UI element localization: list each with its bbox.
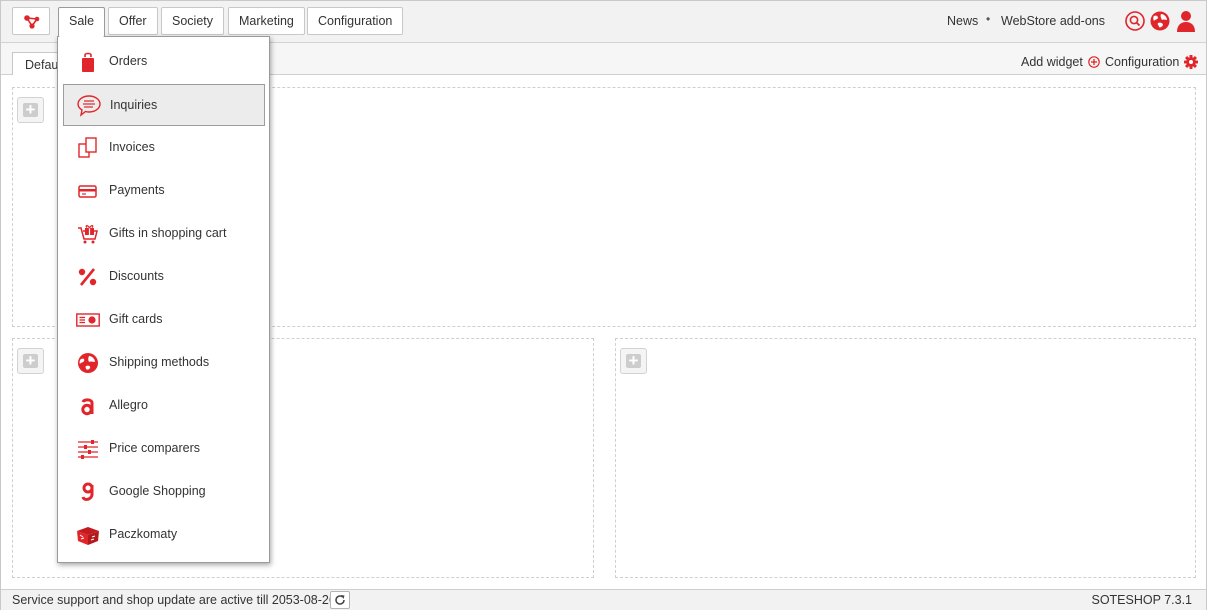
shopping-bag-icon	[82, 52, 94, 72]
add-widget-link[interactable]: Add widget	[1021, 55, 1083, 69]
menu-item-inquiries[interactable]: Inquiries	[63, 84, 265, 126]
menu-item-gifts-in-cart[interactable]: Gifts in shopping cart	[63, 213, 265, 255]
menu-item-invoices[interactable]: Invoices	[63, 127, 265, 169]
tab-marketing[interactable]: Marketing	[228, 7, 305, 35]
menu-item-shipping-methods[interactable]: Shipping methods	[63, 342, 265, 384]
add-widget-button[interactable]	[17, 97, 44, 123]
gear-icon[interactable]	[1184, 55, 1198, 69]
menu-item-allegro[interactable]: Allegro	[63, 385, 265, 427]
add-widget-button[interactable]	[620, 348, 647, 374]
sliders-icon	[78, 440, 98, 459]
user-icon[interactable]	[1175, 10, 1197, 32]
menu-item-orders[interactable]: Orders	[63, 41, 265, 83]
widget-area-bottom-right	[615, 338, 1196, 578]
tab-sale[interactable]: Sale	[58, 7, 106, 37]
percent-icon	[78, 268, 97, 286]
documents-icon	[78, 137, 97, 158]
google-shopping-icon	[81, 482, 94, 501]
sale-dropdown-menu: Orders Inquiries Invoices Payments Gifts…	[57, 36, 270, 563]
add-circle-icon[interactable]	[1088, 56, 1100, 68]
tab-offer[interactable]: Offer	[108, 7, 158, 35]
menu-item-gift-cards[interactable]: Gift cards	[63, 299, 265, 341]
support-status-text: Service support and shop update are acti…	[12, 593, 336, 607]
speech-bubble-icon	[77, 95, 101, 117]
refresh-button[interactable]	[330, 591, 350, 609]
status-bar: Service support and shop update are acti…	[1, 589, 1206, 610]
menu-item-price-comparers[interactable]: Price comparers	[63, 428, 265, 470]
add-widget-button[interactable]	[17, 348, 44, 374]
app-version: SOTESHOP 7.3.1	[1091, 593, 1192, 607]
soteshop-logo-icon	[24, 15, 40, 29]
globe-icon[interactable]	[1150, 11, 1170, 31]
news-link[interactable]: News	[947, 14, 978, 28]
menu-item-discounts[interactable]: Discounts	[63, 256, 265, 298]
home-logo-button[interactable]	[12, 7, 50, 35]
tab-society[interactable]: Society	[161, 7, 224, 35]
gift-card-icon	[76, 313, 100, 327]
search-icon[interactable]	[1125, 11, 1145, 31]
nav-separator: •	[986, 12, 991, 26]
globe-shipping-icon	[78, 353, 98, 373]
tab-configuration[interactable]: Configuration	[307, 7, 404, 35]
menu-item-google-shopping[interactable]: Google Shopping	[63, 471, 265, 513]
webstore-addons-link[interactable]: WebStore add-ons	[1001, 14, 1105, 28]
gift-cart-icon	[78, 225, 98, 244]
credit-card-icon	[78, 185, 97, 198]
parcel-locker-icon	[77, 527, 99, 545]
allegro-icon	[81, 398, 94, 416]
app-window: Sale Offer Society Marketing Configurati…	[0, 0, 1207, 610]
menu-item-paczkomaty[interactable]: Paczkomaty	[63, 514, 265, 556]
refresh-icon	[335, 595, 345, 605]
menu-item-payments[interactable]: Payments	[63, 170, 265, 212]
dashboard-configuration-link[interactable]: Configuration	[1105, 55, 1179, 69]
